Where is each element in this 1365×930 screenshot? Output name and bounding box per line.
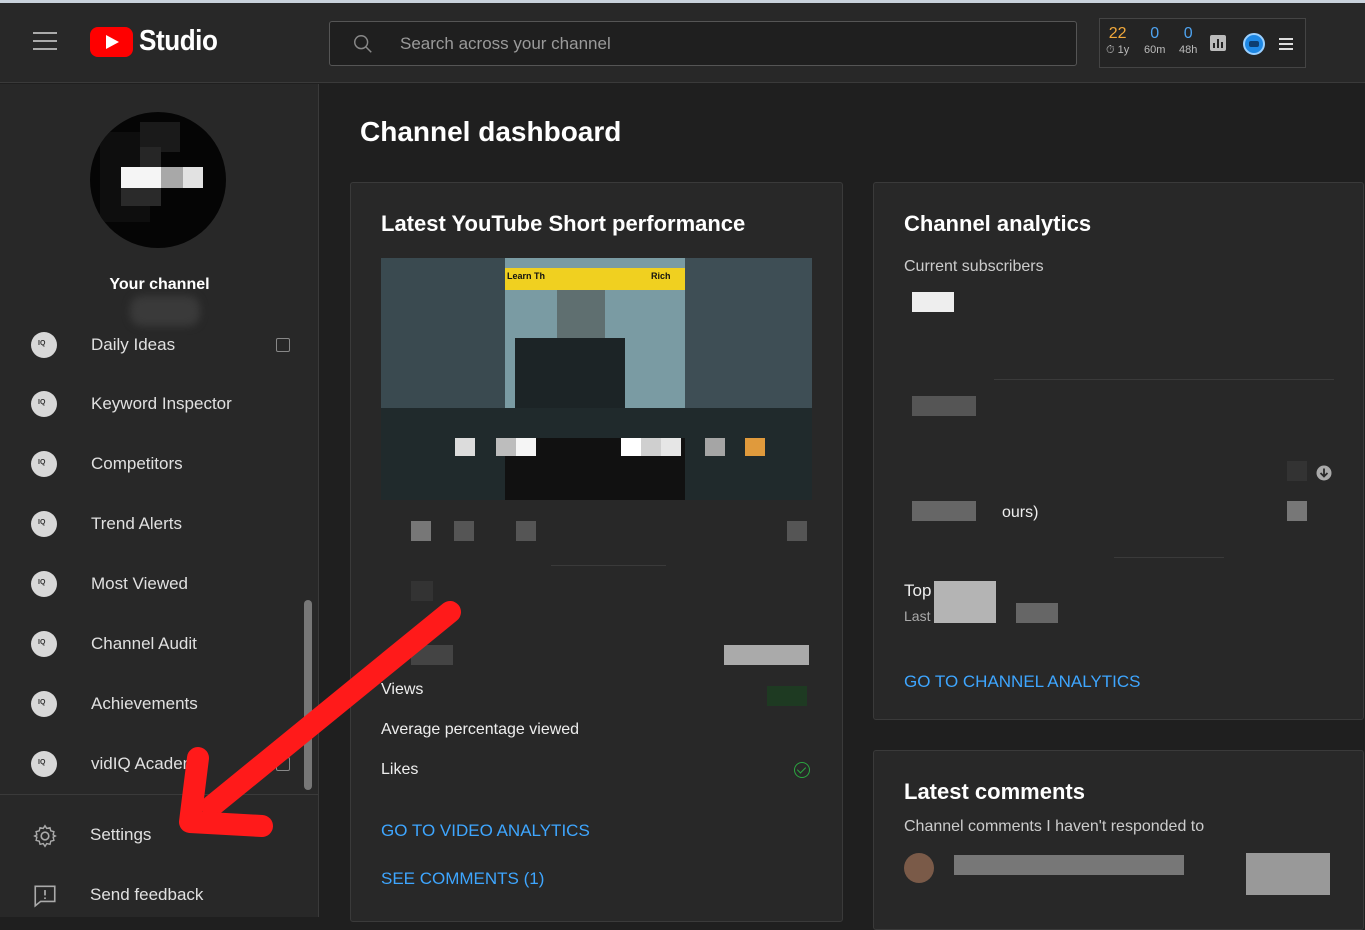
sidebar-item-channel-audit[interactable]: Channel Audit [0, 615, 319, 673]
stat-label: 48h [1179, 44, 1198, 56]
metric-views: Views [381, 681, 811, 699]
vidiq-icon [31, 511, 57, 537]
vidiq-icon [31, 631, 57, 657]
metric-label: Likes [381, 761, 419, 778]
bar-chart-icon[interactable] [1210, 35, 1226, 51]
go-to-video-analytics-link[interactable]: GO TO VIDEO ANALYTICS [381, 821, 590, 841]
sidebar-item-label: Send feedback [90, 885, 204, 904]
sidebar-divider [0, 794, 319, 795]
youtube-play-icon [90, 26, 133, 57]
last-label-partial: Last [904, 608, 931, 624]
sidebar-item-label: Most Viewed [91, 574, 189, 593]
avatar[interactable] [904, 853, 934, 883]
stat-value: 0 [1183, 25, 1193, 42]
thumb-text-right: Rich [651, 271, 671, 281]
stat-label: 60m [1144, 44, 1166, 56]
stat-value: 22 [1108, 25, 1127, 42]
search-input[interactable] [400, 22, 1050, 65]
vidiq-icon [31, 332, 57, 358]
thumb-text: Learn Th [507, 271, 546, 281]
feedback-icon [34, 885, 56, 908]
sidebar-item-achievements[interactable]: Achievements [0, 675, 319, 733]
divider [1114, 557, 1224, 558]
see-comments-link[interactable]: SEE COMMENTS (1) [381, 869, 544, 889]
sidebar-item-label: Achievements [91, 694, 198, 713]
vidiq-icon[interactable] [1243, 33, 1265, 55]
search-icon[interactable] [352, 33, 374, 55]
sidebar-item-send-feedback[interactable]: Send feedback [0, 867, 319, 923]
sidebar-item-label: Channel Audit [91, 634, 197, 653]
vidiq-icon [31, 391, 57, 417]
your-channel-label[interactable]: Your channel [0, 276, 319, 294]
logo-text: Studio [139, 25, 218, 57]
sidebar-item-label: Daily Ideas [91, 335, 176, 354]
external-link-icon [276, 338, 290, 352]
sidebar-item-label: Keyword Inspector [91, 394, 232, 413]
sidebar-item-competitors[interactable]: Competitors [0, 435, 319, 493]
stat-48h: 0 48h [1179, 25, 1197, 56]
metric-average-percentage-viewed: Average percentage viewed [381, 721, 811, 739]
stat-60m: 0 60m [1144, 25, 1165, 56]
sidebar-item-keyword-inspector[interactable]: Keyword Inspector [0, 375, 319, 433]
metric-label: Views [381, 681, 424, 698]
search-bar[interactable] [329, 21, 1077, 66]
stat-label: ⏱ 1y [1106, 44, 1130, 56]
sidebar-scrollbar[interactable] [304, 600, 312, 790]
menu-icon[interactable] [1279, 38, 1293, 53]
sidebar-item-settings[interactable]: Settings [0, 807, 319, 863]
card-title: Latest comments [904, 779, 1085, 804]
external-link-icon [276, 757, 290, 771]
studio-logo[interactable]: Studio [90, 25, 226, 58]
short-thumbnail[interactable]: Learn Th Rich [381, 258, 812, 500]
stat-1y: 22 ⏱ 1y [1106, 25, 1129, 57]
sidebar: Your channel Daily Ideas Keyword Inspect… [0, 84, 319, 917]
divider [551, 565, 666, 566]
gear-icon [33, 824, 57, 848]
sidebar-item-label: Settings [90, 825, 152, 844]
sidebar-item-daily-ideas[interactable]: Daily Ideas [0, 316, 319, 374]
divider [994, 379, 1334, 380]
channel-analytics-card: Channel analytics Current subscribers ou… [873, 182, 1364, 720]
vidiq-stats-widget[interactable]: 22 ⏱ 1y 0 60m 0 48h [1099, 18, 1306, 68]
stat-value: 0 [1150, 25, 1160, 42]
metric-label: Average percentage viewed [381, 721, 580, 738]
sidebar-item-label: Trend Alerts [91, 514, 183, 533]
vidiq-icon [31, 691, 57, 717]
top-bar: Studio 22 ⏱ 1y 0 60m 0 48h [0, 3, 1365, 83]
comments-subtitle: Channel comments I haven't responded to [904, 818, 1205, 835]
go-to-channel-analytics-link[interactable]: GO TO CHANNEL ANALYTICS [904, 672, 1141, 692]
card-title: Latest YouTube Short performance [381, 211, 746, 236]
vidiq-icon [31, 571, 57, 597]
vidiq-icon [31, 451, 57, 477]
page-title: Channel dashboard [360, 116, 622, 147]
top-label-partial: Top [904, 581, 932, 600]
sidebar-item-vidiq-academy[interactable]: vidIQ Academy [0, 735, 319, 793]
card-title: Channel analytics [904, 211, 1092, 236]
sidebar-item-trend-alerts[interactable]: Trend Alerts [0, 495, 319, 553]
hamburger-menu-icon[interactable] [33, 32, 57, 52]
channel-avatar[interactable] [90, 112, 226, 248]
main-content: Channel dashboard Latest YouTube Short p… [320, 84, 1365, 930]
sidebar-item-most-viewed[interactable]: Most Viewed [0, 555, 319, 613]
metric-likes: Likes [381, 761, 811, 779]
sidebar-item-label: Competitors [91, 454, 183, 473]
latest-short-card: Latest YouTube Short performance Learn T… [350, 182, 843, 922]
down-arrow-icon [1316, 465, 1332, 481]
current-subscribers-label: Current subscribers [904, 258, 1044, 275]
sidebar-item-label: vidIQ Academy [91, 754, 206, 773]
latest-comments-card: Latest comments Channel comments I haven… [873, 750, 1364, 930]
vidiq-icon [31, 751, 57, 777]
hours-label-partial: ours) [1002, 504, 1039, 521]
check-circle-icon [794, 762, 810, 778]
